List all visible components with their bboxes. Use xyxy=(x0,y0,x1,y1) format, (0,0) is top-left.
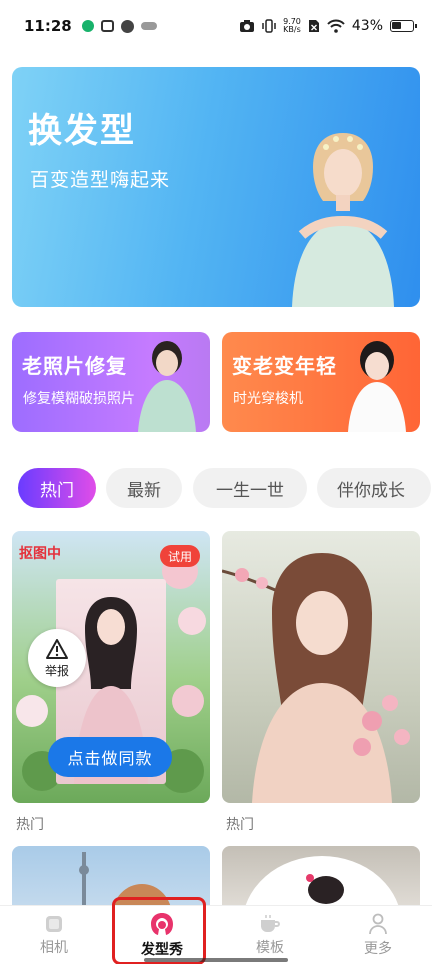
template-category-label: 热门 xyxy=(16,817,44,833)
home-indicator[interactable] xyxy=(144,958,288,962)
young-portrait-image xyxy=(348,341,406,432)
no-sim-icon xyxy=(308,20,319,32)
restore-title: 老照片修复 xyxy=(22,354,127,378)
nav-hairstyle-show[interactable]: 发型秀 xyxy=(108,906,216,964)
camera-icon xyxy=(46,916,62,932)
nav-templates[interactable]: 模板 xyxy=(216,906,324,964)
nav-hairstyle-show-label: 发型秀 xyxy=(141,942,183,958)
vintage-portrait-image xyxy=(138,341,196,432)
tab-latest[interactable]: 最新 xyxy=(106,468,182,508)
cutout-status: 抠图中 xyxy=(19,546,61,562)
wifi-icon xyxy=(327,19,345,33)
banner-title: 换发型 xyxy=(28,111,136,151)
nav-camera-label: 相机 xyxy=(40,940,68,956)
clock: 11:28 xyxy=(24,17,72,35)
nav-templates-label: 模板 xyxy=(256,940,284,956)
vibrate-icon xyxy=(262,19,276,33)
notification-icons xyxy=(81,19,157,33)
hairstyle-icon xyxy=(151,913,173,935)
report-button[interactable]: 举报 xyxy=(28,629,86,687)
coffee-cup-icon xyxy=(261,915,280,932)
warning-icon xyxy=(46,638,68,659)
make-same-button[interactable]: 点击做同款 xyxy=(48,737,172,777)
category-tabs: 热门 最新 一生一世 伴你成长 xyxy=(18,468,432,508)
tab-grow-with-you[interactable]: 伴你成长 xyxy=(317,468,431,508)
nav-camera[interactable]: 相机 xyxy=(0,906,108,964)
nav-more[interactable]: 更多 xyxy=(324,906,432,964)
age-subtitle: 时光穿梭机 xyxy=(233,391,303,407)
system-icons: 9.70 KB/s 43% xyxy=(239,18,417,34)
model-portrait-image xyxy=(292,133,394,307)
status-bar: 11:28 9.70 KB/s 43% xyxy=(0,0,432,52)
restore-subtitle: 修复模糊破损照片 xyxy=(23,391,135,407)
trial-badge: 试用 xyxy=(160,545,200,567)
nav-more-label: 更多 xyxy=(364,941,392,957)
tab-forever[interactable]: 一生一世 xyxy=(193,468,307,508)
bottom-navigation: 相机 发型秀 模板 更多 xyxy=(0,905,432,964)
network-speed: 9.70 KB/s xyxy=(283,18,301,34)
spring-portrait-image xyxy=(222,553,410,803)
battery-percent: 43% xyxy=(351,18,383,34)
template-card[interactable]: 抠图中 试用 举报 点击做同款 xyxy=(12,531,210,803)
network-speed-unit: KB/s xyxy=(283,25,301,34)
age-title: 变老变年轻 xyxy=(232,354,337,378)
template-card[interactable] xyxy=(222,531,420,803)
app-notification-icon xyxy=(100,20,114,32)
report-label: 举报 xyxy=(44,663,69,678)
profile-icon xyxy=(369,913,387,935)
old-photo-restore-card[interactable]: 老照片修复 修复模糊破损照片 xyxy=(12,332,210,432)
age-change-card[interactable]: 变老变年轻 时光穿梭机 xyxy=(222,332,420,432)
wechat-notification-icon xyxy=(81,20,94,32)
tab-hot[interactable]: 热门 xyxy=(18,468,96,508)
template-category-label: 热门 xyxy=(226,817,254,833)
media-notification-icon xyxy=(140,22,157,30)
sync-notification-icon xyxy=(120,19,134,33)
battery-icon xyxy=(390,20,417,32)
camera-in-use-icon xyxy=(240,20,255,32)
change-hairstyle-banner[interactable]: 换发型 百变造型嗨起来 xyxy=(12,67,420,307)
banner-subtitle: 百变造型嗨起来 xyxy=(30,169,171,191)
